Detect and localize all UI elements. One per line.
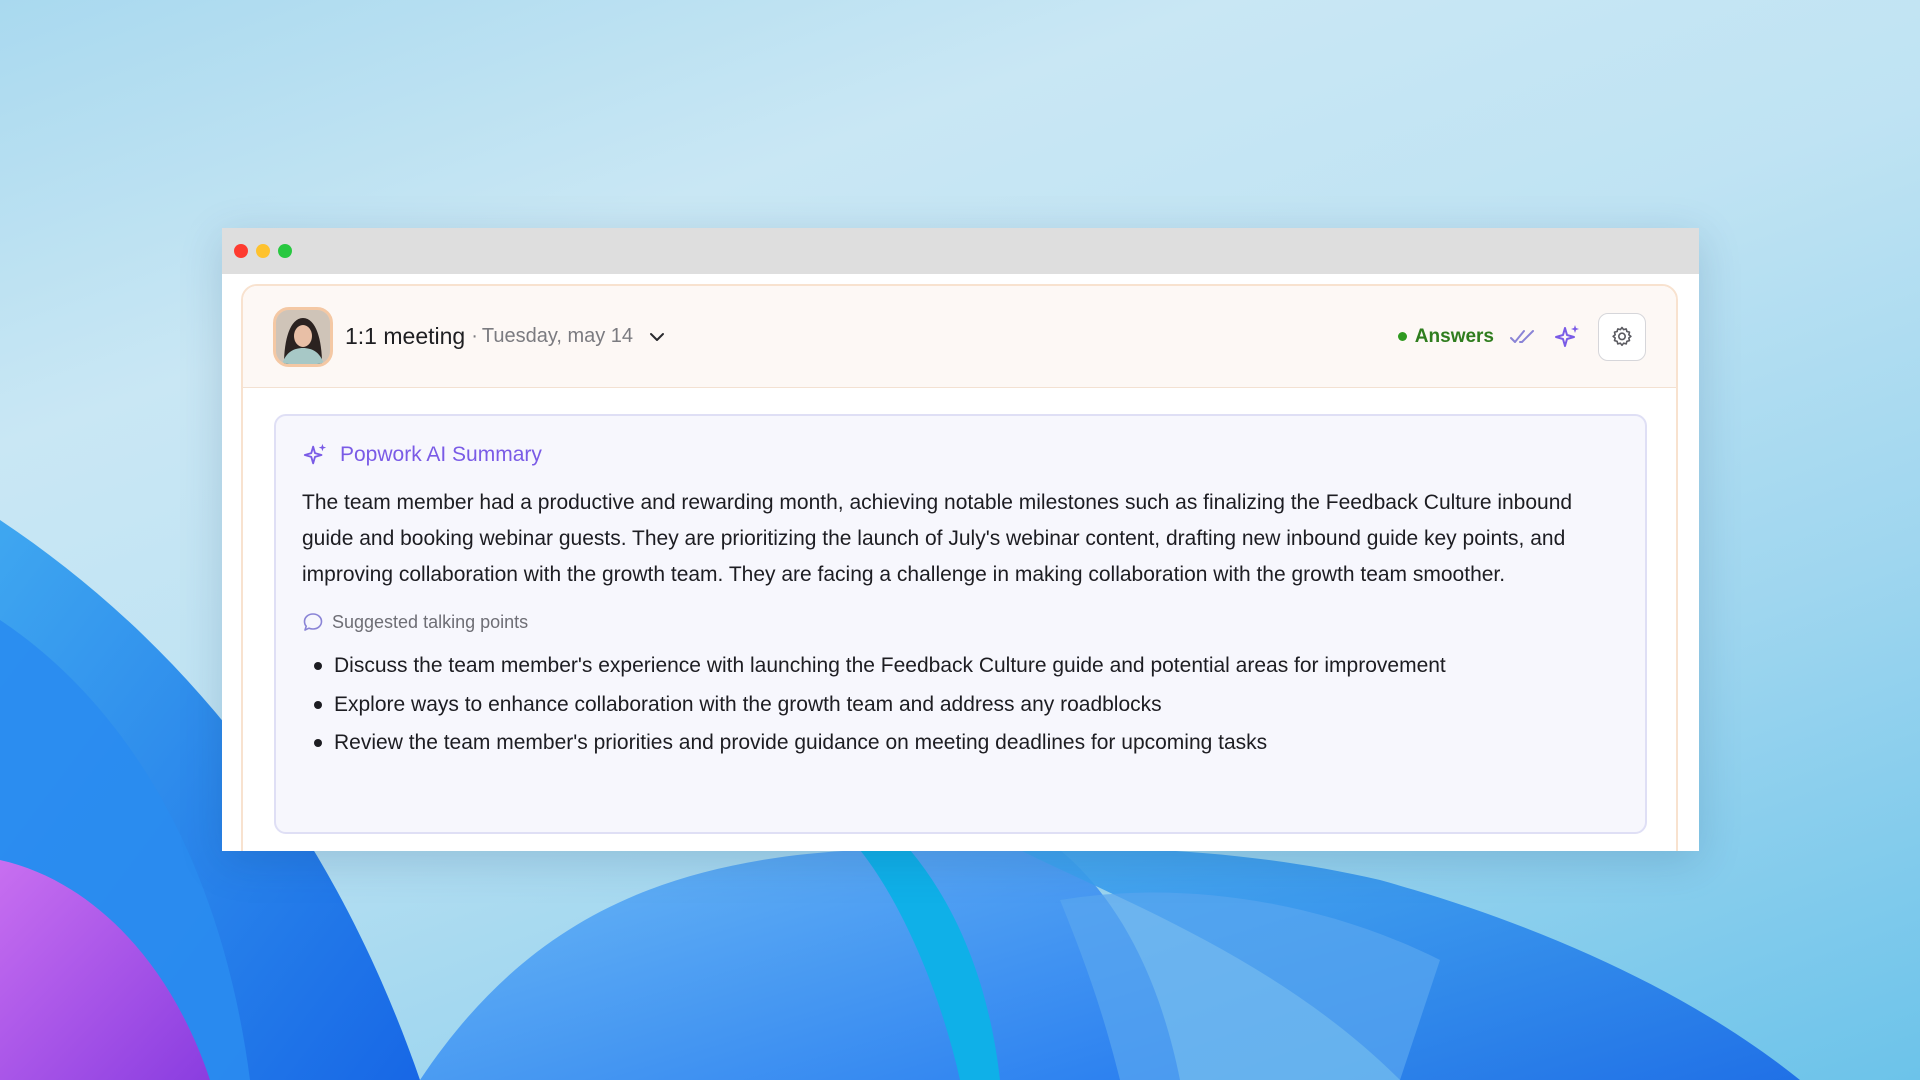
- meeting-dropdown-toggle[interactable]: [647, 327, 667, 347]
- avatar: [273, 306, 333, 367]
- meeting-card: 1:1 meeting · Tuesday, may 14 Answers Po…: [241, 284, 1678, 851]
- ai-summary-panel: Popwork AI Summary The team member had a…: [274, 414, 1647, 834]
- app-window: 1:1 meeting · Tuesday, may 14 Answers Po…: [222, 228, 1699, 851]
- settings-button[interactable]: [1598, 312, 1646, 361]
- talking-points-list: Discuss the team member's experience wit…: [302, 647, 1617, 763]
- double-check-icon: [1510, 329, 1534, 343]
- talking-points-header: Suggested talking points: [302, 611, 1617, 633]
- list-item: Explore ways to enhance collaboration wi…: [302, 686, 1617, 725]
- bullet: [314, 739, 322, 747]
- list-item: Discuss the team member's experience wit…: [302, 647, 1617, 686]
- sparkles-icon: [1555, 324, 1579, 347]
- close-window-button[interactable]: [234, 244, 248, 258]
- meeting-header: 1:1 meeting · Tuesday, may 14 Answers: [243, 286, 1676, 388]
- list-item: Review the team member's priorities and …: [302, 724, 1617, 763]
- talking-point-text: Explore ways to enhance collaboration wi…: [334, 692, 1162, 716]
- minimize-window-button[interactable]: [256, 244, 270, 258]
- speech-bubble-icon: [303, 613, 323, 631]
- sparkles-icon: [303, 443, 327, 465]
- chevron-down-icon: [650, 332, 665, 341]
- meeting-date: Tuesday, may 14: [481, 325, 634, 347]
- talking-point-text: Review the team member's priorities and …: [334, 731, 1268, 754]
- meeting-title: 1:1 meeting: [345, 323, 466, 349]
- bullet: [314, 700, 322, 709]
- summary-title: Popwork AI Summary: [340, 443, 542, 466]
- maximize-window-button[interactable]: [278, 244, 292, 258]
- ai-assist-button[interactable]: [1552, 322, 1582, 352]
- mark-read-button[interactable]: [1508, 322, 1538, 352]
- summary-text: The team member had a productive and rew…: [302, 491, 1573, 586]
- summary-header: Popwork AI Summary: [302, 442, 1617, 468]
- gear-icon: [1612, 326, 1632, 346]
- talking-point-text: Discuss the team member's experience wit…: [334, 654, 1446, 677]
- window-titlebar: [222, 228, 1699, 274]
- status-dot: [1397, 332, 1407, 341]
- title-separator: ·: [471, 325, 478, 347]
- talking-points-label: Suggested talking points: [332, 611, 529, 632]
- answers-status[interactable]: Answers: [1397, 325, 1494, 348]
- bullet: [314, 662, 322, 670]
- answers-label: Answers: [1414, 325, 1494, 347]
